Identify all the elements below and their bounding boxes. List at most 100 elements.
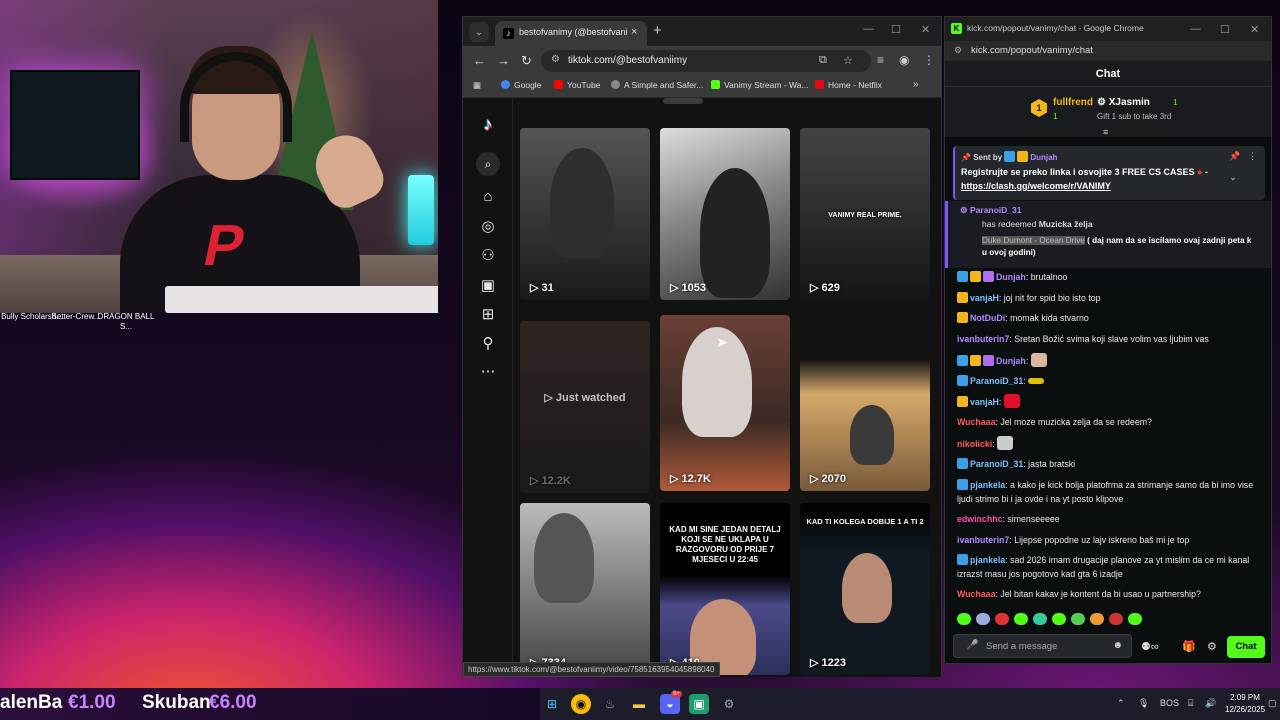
emoji-picker-icon[interactable]: ☻ xyxy=(1112,640,1123,651)
video-thumbnail[interactable]: VANIMY REAL PRIME. ▷ 629 xyxy=(800,128,930,300)
reload-icon[interactable]: ↻ xyxy=(521,53,532,69)
emote-icon[interactable] xyxy=(1052,613,1066,625)
minimize-icon[interactable]: — xyxy=(1190,23,1201,35)
video-thumbnail[interactable]: ▷ 2070 xyxy=(800,315,930,491)
chat-username[interactable]: ivanbuterin7 xyxy=(957,334,1009,344)
back-icon[interactable]: ← xyxy=(473,53,486,68)
microphone-icon[interactable]: 🎤 xyxy=(966,640,978,651)
menu-kebab-icon[interactable]: ⋮ xyxy=(923,53,935,67)
live-icon[interactable]: ▣ xyxy=(477,275,499,297)
emote-icon[interactable] xyxy=(1071,613,1085,625)
discord-icon[interactable]: ◒ xyxy=(660,694,680,714)
chat-username[interactable]: vanjaH xyxy=(970,397,999,407)
microphone-icon[interactable]: 🎙 xyxy=(1138,698,1149,709)
leader-second-name[interactable]: ⚙ XJasmin xyxy=(1097,97,1150,108)
emote-icon[interactable] xyxy=(1014,613,1028,625)
bookmark-simple-safer[interactable]: A Simple and Safer... xyxy=(611,80,703,90)
maximize-icon[interactable]: ☐ xyxy=(891,23,901,36)
chat-username[interactable]: nikolicki xyxy=(957,439,992,449)
bookmark-star-icon[interactable]: ☆ xyxy=(843,54,853,67)
chat-username[interactable]: vanjaH xyxy=(970,293,999,303)
search-icon[interactable]: ⌕ xyxy=(476,152,500,176)
emote-icon[interactable] xyxy=(1109,613,1123,625)
profile-icon[interactable]: ◉ xyxy=(899,53,909,67)
gift-sub-hint[interactable]: Gift 1 sub to take 3rd xyxy=(1097,112,1171,121)
chat-username[interactable]: pjankela xyxy=(970,555,1005,565)
chat-username[interactable]: Dunjah xyxy=(996,272,1026,282)
media-controls-icon[interactable]: ≡ xyxy=(877,53,884,67)
points-icon[interactable]: ⚉∞ xyxy=(1141,640,1159,653)
chat-username[interactable]: Wuchaaa xyxy=(957,589,995,599)
more-icon[interactable]: ⋯ xyxy=(477,361,499,383)
more-options-icon[interactable]: ⋮ xyxy=(1248,151,1257,161)
bookmark-netflix[interactable]: Home - Netflix xyxy=(815,80,882,90)
tiktok-logo-icon[interactable]: ♪ xyxy=(477,114,499,138)
expand-leaderboard-icon[interactable]: ≡ xyxy=(1103,127,1108,137)
chat-username[interactable]: ivanbuterin7 xyxy=(957,535,1009,545)
site-info-icon[interactable]: ⚙ xyxy=(551,54,560,65)
following-icon[interactable]: ⚇ xyxy=(477,245,499,267)
app-icon[interactable]: ▣ xyxy=(689,694,709,714)
system-clock[interactable]: 2:09 PM 12/26/2025 xyxy=(1225,692,1265,716)
pinned-link[interactable]: https://clash.gg/welcome/r/VANIMY xyxy=(961,181,1111,191)
maximize-icon[interactable]: ☐ xyxy=(1220,23,1230,36)
chrome-icon[interactable]: ◉ xyxy=(571,694,591,714)
language-indicator[interactable]: BOS xyxy=(1160,698,1179,708)
emote-icon[interactable] xyxy=(1090,613,1104,625)
chat-username[interactable]: Dunjah xyxy=(996,356,1026,366)
close-window-icon[interactable]: ✕ xyxy=(1250,23,1259,36)
emote-icon[interactable] xyxy=(976,613,990,625)
settings-gear-icon[interactable]: ⚙ xyxy=(719,694,739,714)
chat-input[interactable]: 🎤 Send a message ☻ xyxy=(953,634,1132,658)
bookmark-vanimy-stream[interactable]: Vanimy Stream - Wa... xyxy=(711,80,809,90)
tab-search-icon[interactable]: ⌄ xyxy=(469,22,489,42)
pin-icon[interactable]: 📌 xyxy=(1229,151,1240,161)
video-thumbnail[interactable]: ▷ 7334 xyxy=(520,503,650,675)
bookmark-google[interactable]: Google xyxy=(501,80,541,90)
new-tab-icon[interactable]: + xyxy=(653,22,662,39)
send-chat-button[interactable]: Chat xyxy=(1227,636,1265,658)
notifications-icon[interactable]: ▢ xyxy=(1268,698,1277,709)
volume-icon[interactable]: 🔊 xyxy=(1205,698,1216,709)
tray-chevron-icon[interactable]: ⌃ xyxy=(1117,698,1125,709)
redeem-user[interactable]: ⚙ ParanoiD_31 xyxy=(960,205,1021,216)
collapse-chevron-icon[interactable]: ⌄ xyxy=(1229,172,1237,182)
explore-icon[interactable]: ◎ xyxy=(477,216,499,238)
video-thumbnail[interactable]: ▷ 1053 xyxy=(660,128,790,300)
chat-username[interactable]: Wuchaaa xyxy=(957,417,995,427)
chat-username[interactable]: ParanoiD_31 xyxy=(970,459,1023,469)
more-bookmarks-icon[interactable]: » xyxy=(913,79,919,90)
upload-icon[interactable]: ⊞ xyxy=(477,304,499,326)
emote-icon[interactable] xyxy=(995,613,1009,625)
address-bar[interactable]: ⚙ tiktok.com/@bestofvaniimy ⧉ ☆ xyxy=(541,50,871,72)
tab-close-icon[interactable]: × xyxy=(631,26,637,38)
emote-icon[interactable] xyxy=(1033,613,1047,625)
home-icon[interactable]: ⌂ xyxy=(477,186,499,208)
tab-tiktok[interactable]: ♪ bestofvanimy (@bestofvanimy × xyxy=(495,21,647,46)
file-explorer-icon[interactable]: ▬ xyxy=(629,694,649,714)
steam-icon[interactable]: ♨ xyxy=(600,694,620,714)
video-thumbnail[interactable]: KAD MI SINE JEDAN DETALJ KOJI SE NE UKLA… xyxy=(660,503,790,675)
leader-first-name[interactable]: fullfrend xyxy=(1053,97,1093,108)
video-thumbnail[interactable]: ▷ 31 xyxy=(520,128,650,300)
video-thumbnail[interactable]: KAD TI KOLEGA DOBIJE 1 A TI 2 ▷ 1223 xyxy=(800,503,930,675)
apps-grid-icon[interactable]: ▦ xyxy=(473,80,481,91)
desktop-icon-dragon-ball[interactable]: DRAGON BALL S... xyxy=(94,312,158,332)
kick-address-bar[interactable]: ⚙ kick.com/popout/vanimy/chat xyxy=(945,41,1271,61)
chat-username[interactable]: NotDuDi xyxy=(970,313,1005,323)
close-window-icon[interactable]: ✕ xyxy=(921,23,930,36)
bookmark-youtube[interactable]: YouTube xyxy=(554,80,600,90)
profile-icon[interactable]: ⚲ xyxy=(477,333,499,355)
chat-username[interactable]: pjankela xyxy=(970,480,1005,490)
pinned-user[interactable]: Dunjah xyxy=(1030,153,1057,162)
site-info-icon[interactable]: ⚙ xyxy=(954,45,962,56)
chat-username[interactable]: ParanoiD_31 xyxy=(970,376,1023,386)
gift-icon[interactable]: 🎁 xyxy=(1182,640,1196,653)
emote-icon[interactable] xyxy=(957,613,971,625)
install-app-icon[interactable]: ⧉ xyxy=(819,54,827,67)
network-icon[interactable]: ⌸ xyxy=(1188,698,1193,709)
settings-gear-icon[interactable]: ⚙ xyxy=(1207,640,1217,653)
minimize-icon[interactable]: — xyxy=(863,23,874,35)
video-thumbnail[interactable]: ▷ Just watched ▷ 12.2K xyxy=(520,321,650,493)
chat-username[interactable]: edwinchhc xyxy=(957,514,1002,524)
